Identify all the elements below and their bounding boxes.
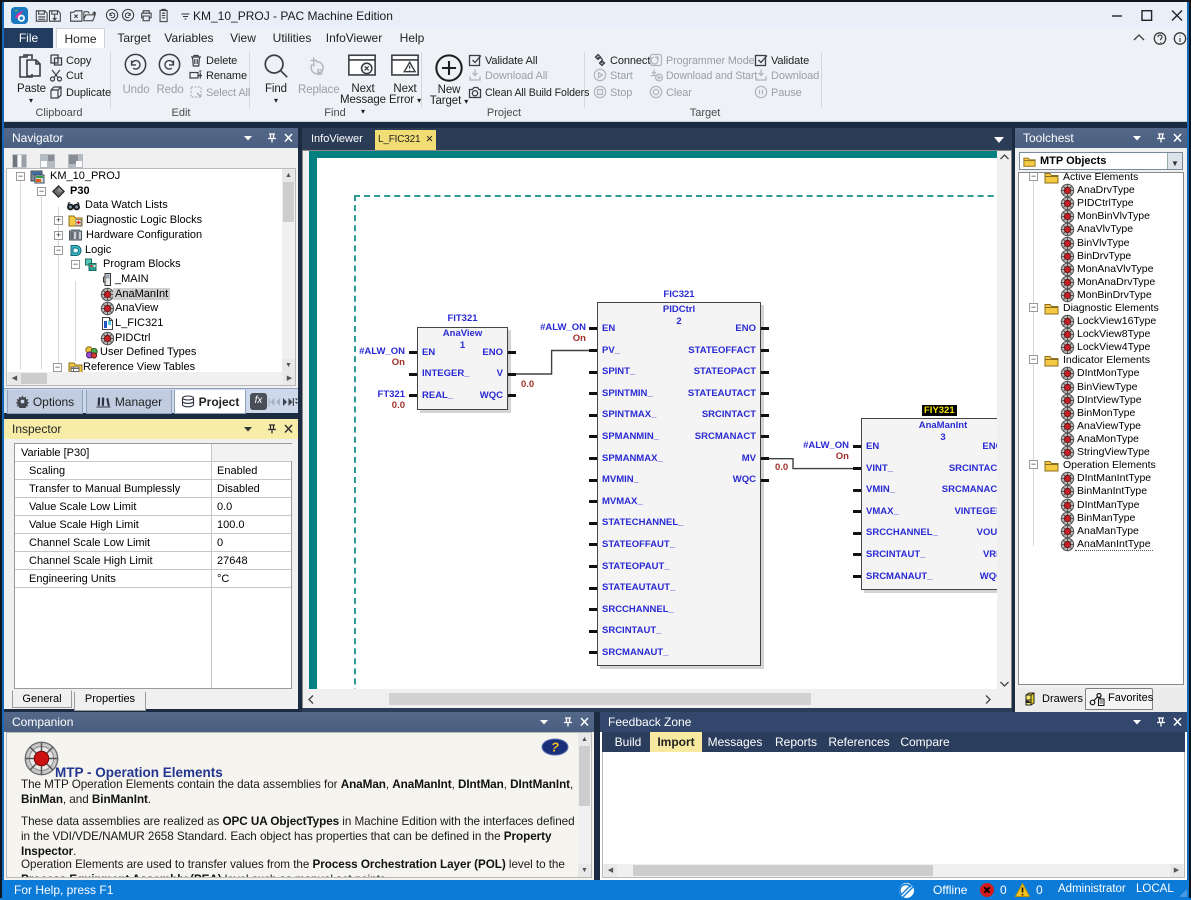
- svg-text:?: ?: [551, 740, 559, 755]
- svg-text:B: B: [317, 67, 323, 77]
